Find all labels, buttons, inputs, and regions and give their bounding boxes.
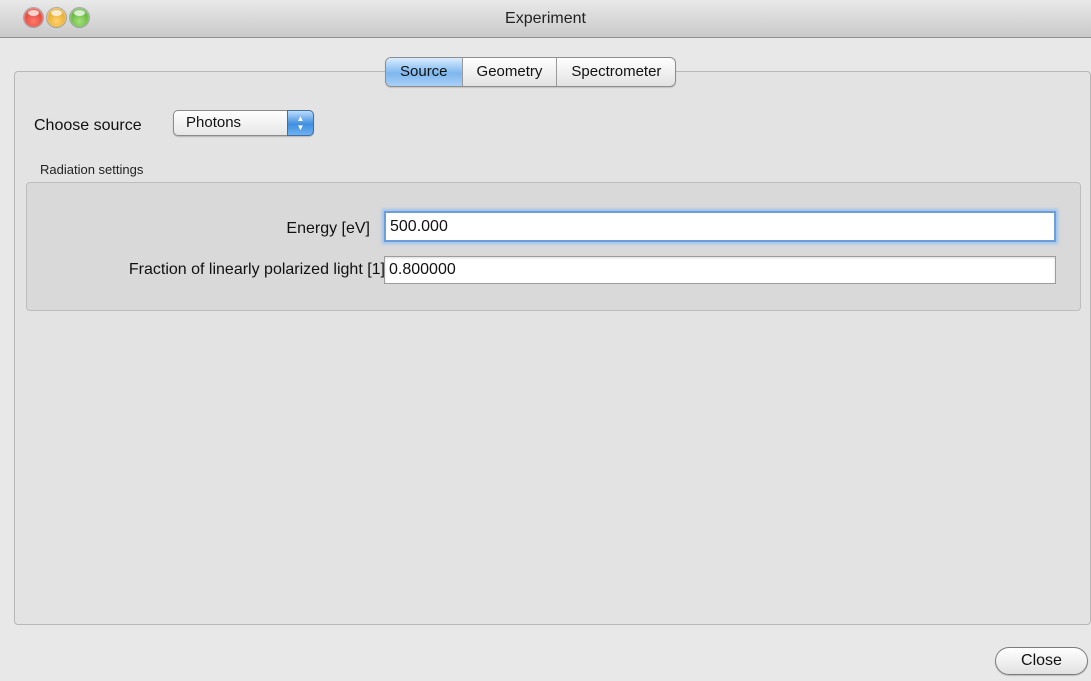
close-button[interactable]: Close	[995, 647, 1088, 675]
fraction-polarized-label: Fraction of linearly polarized light [1]	[128, 261, 385, 278]
title-bar[interactable]: Experiment	[0, 0, 1091, 38]
window-title: Experiment	[505, 10, 586, 27]
tab-source[interactable]: Source	[386, 58, 463, 86]
fraction-polarized-input[interactable]	[384, 256, 1056, 284]
experiment-window: Experiment Source Geometry Spectrometer …	[0, 0, 1091, 681]
source-select[interactable]: Photons ▲ ▼	[173, 110, 314, 136]
tab-spectrometer[interactable]: Spectrometer	[557, 58, 675, 86]
tab-content-panel	[14, 71, 1091, 625]
radiation-settings-group	[26, 182, 1081, 311]
energy-input[interactable]	[384, 211, 1056, 242]
radiation-settings-label: Radiation settings	[40, 162, 144, 177]
energy-label: Energy [eV]	[286, 220, 370, 237]
tab-geometry[interactable]: Geometry	[463, 58, 558, 86]
up-down-chevrons-icon: ▲ ▼	[287, 110, 314, 136]
tab-bar: Source Geometry Spectrometer	[385, 57, 677, 87]
source-select-value: Photons	[186, 114, 242, 131]
choose-source-label: Choose source	[34, 117, 142, 134]
